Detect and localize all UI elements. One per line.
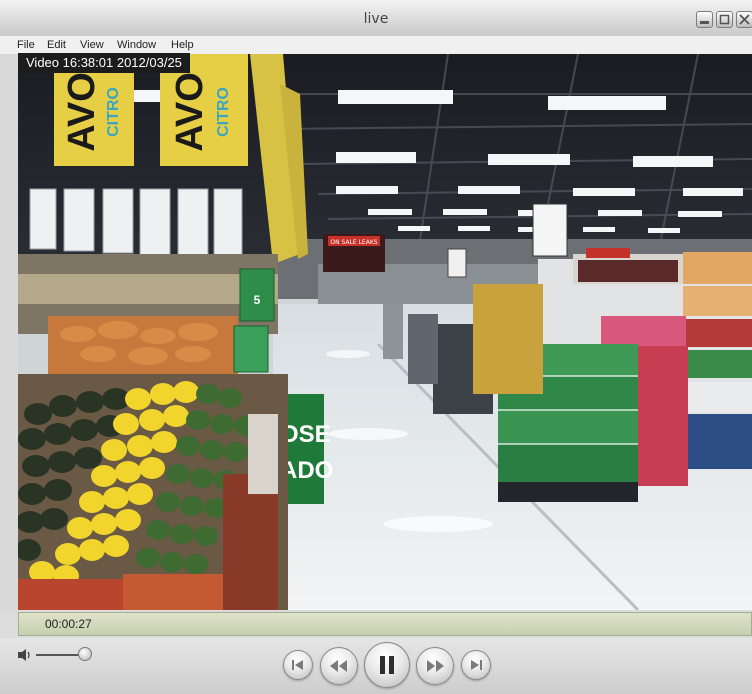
menu-bar: File Edit View Window Help xyxy=(0,36,752,54)
status-bar: 00:00:27 xyxy=(18,612,752,636)
menu-help[interactable]: Help xyxy=(171,37,194,53)
price-sign-text: 5 xyxy=(254,293,261,307)
menu-view[interactable]: View xyxy=(80,37,104,53)
playback-controls xyxy=(0,638,752,694)
volume-icon[interactable] xyxy=(16,647,34,663)
title-bar[interactable]: live xyxy=(0,0,752,37)
menu-file[interactable]: File xyxy=(17,37,35,53)
menu-edit[interactable]: Edit xyxy=(47,37,66,53)
video-frame-border xyxy=(0,54,18,610)
rewind-icon xyxy=(330,660,347,672)
player-window: live File Edit View Window Help ON SALE … xyxy=(0,0,752,694)
minimize-icon xyxy=(700,21,709,24)
minimize-button[interactable] xyxy=(696,11,713,28)
supermarket-scene: ON SALE LEAKS AVO CITRO AVO CITRO 5 OSE … xyxy=(18,54,752,610)
video-timestamp-overlay: Video 16:38:01 2012/03/25 xyxy=(18,53,190,73)
maximize-button[interactable] xyxy=(716,11,733,28)
skip-forward-icon xyxy=(471,660,482,670)
video-display[interactable]: ON SALE LEAKS AVO CITRO AVO CITRO 5 OSE … xyxy=(18,54,752,610)
maximize-icon xyxy=(719,14,730,25)
close-icon xyxy=(739,14,750,25)
skip-forward-button[interactable] xyxy=(461,650,491,680)
pause-button[interactable] xyxy=(364,642,410,688)
skip-back-icon xyxy=(292,660,303,670)
close-button[interactable] xyxy=(736,11,752,28)
fast-forward-button[interactable] xyxy=(416,647,454,685)
sale-banner-text: ON SALE LEAKS xyxy=(330,239,377,246)
avo-sign-left: AVO xyxy=(61,72,103,152)
citro-sign-right: CITRO xyxy=(215,87,232,137)
avo-sign-right: AVO xyxy=(169,72,211,152)
elapsed-time: 00:00:27 xyxy=(45,617,92,631)
green-sign-line2: ADO xyxy=(280,457,333,484)
menu-window[interactable]: Window xyxy=(117,37,156,53)
skip-back-button[interactable] xyxy=(283,650,313,680)
pause-icon xyxy=(380,656,394,674)
volume-slider-handle[interactable] xyxy=(78,647,92,661)
fast-forward-icon xyxy=(427,660,444,672)
rewind-button[interactable] xyxy=(320,647,358,685)
citro-sign-left: CITRO xyxy=(105,87,122,137)
window-title: live xyxy=(363,11,389,27)
